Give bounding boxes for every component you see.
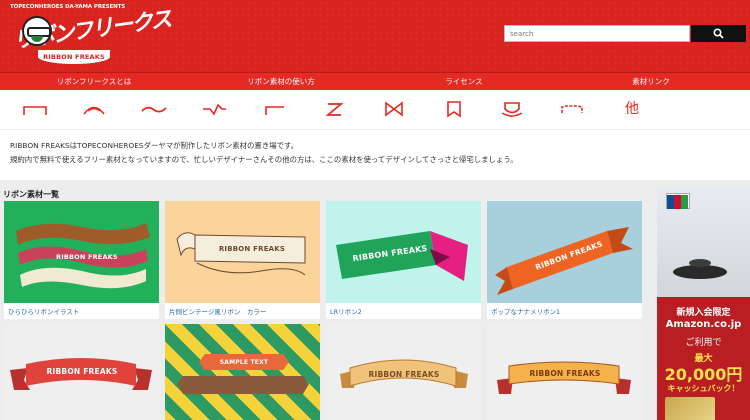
search-bar — [504, 25, 746, 42]
card-thumbnail[interactable]: RIBBON FREAKS — [487, 324, 642, 420]
ribbon-style-2-icon[interactable] — [80, 99, 108, 119]
ribbon-illustration — [16, 223, 150, 289]
logo-ribbon: RIBBON FREAKS — [38, 50, 110, 64]
ad-line-2: Amazon.co.jp — [665, 319, 742, 330]
ribbon-style-9-icon[interactable] — [498, 99, 526, 119]
ribbon-text: RIBBON FREAKS — [218, 245, 286, 253]
description-line-2: 規約内で無料で使えるフリー素材となっていますので、忙しいデザイナーさんその他の方… — [10, 155, 518, 164]
section-title: リボン素材一覧 — [3, 190, 59, 199]
ribbon-text: RIBBON FREAKS — [529, 369, 601, 378]
ribbon-style-3-icon[interactable] — [140, 99, 168, 119]
ad-line-1: 新規入会限定 — [676, 308, 731, 318]
ribbon-style-6-icon[interactable] — [320, 99, 348, 119]
site-description: RIBBON FREAKSはTOPECONHEROESダーヤマが制作したリボン素… — [10, 139, 518, 167]
jcb-logo-icon — [666, 193, 690, 209]
nav-item-about[interactable]: リボンフリークスとは — [38, 73, 150, 91]
card-caption[interactable]: LRリボン2 — [330, 306, 362, 316]
ribbon-card[interactable]: RIBBON FREAKS ひらひらリボンイラスト — [4, 201, 159, 319]
ribbon-card[interactable]: RIBBON FREAKS — [4, 324, 159, 420]
nav-item-links[interactable]: 素材リンク — [595, 73, 707, 91]
ribbon-style-7-icon[interactable] — [380, 99, 408, 119]
card-thumbnail[interactable]: RIBBON FREAKS — [326, 201, 481, 303]
ad-offer: 新規入会限定 Amazon.co.jp ご利用で 最大 20,000円 キャッシ… — [657, 297, 750, 420]
mascot-face-icon — [22, 16, 52, 46]
ribbon-card[interactable]: RIBBON FREAKS — [326, 324, 481, 420]
ribbon-card[interactable]: RIBBON FREAKS — [487, 324, 642, 420]
ribbon-style-5-icon[interactable] — [260, 99, 288, 119]
ribbon-style-8-icon[interactable] — [440, 99, 468, 119]
ribbon-card[interactable]: SAMPLE TEXT — [165, 324, 320, 420]
search-button[interactable] — [691, 25, 746, 42]
ribbon-style-10-icon[interactable] — [558, 99, 586, 119]
card-caption[interactable]: ポップなナナメリボン1 — [491, 306, 560, 316]
ribbon-text: RIBBON FREAKS — [56, 253, 118, 261]
ribbon-other-link[interactable]: 他 — [618, 99, 646, 119]
ribbon-card[interactable]: RIBBON FREAKS 片側ビンテージ風リボン カラー — [165, 201, 320, 319]
robot-vacuum-icon — [673, 259, 727, 279]
ribbon-text: SAMPLE TEXT — [219, 359, 269, 366]
search-input[interactable] — [504, 25, 690, 42]
credit-card-icon — [665, 397, 715, 420]
ribbon-text: RIBBON FREAKS — [368, 370, 440, 379]
ribbon-style-4-icon[interactable] — [200, 99, 228, 119]
card-thumbnail[interactable]: RIBBON FREAKS — [487, 201, 642, 303]
ad-line-6: キャッシュバック！ — [667, 384, 740, 393]
card-caption[interactable]: ひらひらリボンイラスト — [8, 306, 79, 316]
advertisement-banner[interactable]: 新規入会限定 Amazon.co.jp ご利用で 最大 20,000円 キャッシ… — [657, 187, 750, 420]
ribbon-category-row: 他 — [0, 90, 750, 130]
card-thumbnail[interactable]: RIBBON FREAKS — [4, 201, 159, 303]
card-caption[interactable]: 片側ビンテージ風リボン カラー — [169, 306, 266, 316]
card-thumbnail[interactable]: RIBBON FREAKS — [4, 324, 159, 420]
ad-image — [657, 187, 750, 297]
ribbon-card[interactable]: RIBBON FREAKS LRリボン2 — [326, 201, 481, 319]
site-header: TOPECONHEROES DA-YAMA PRESENTS リボンフリークス … — [0, 0, 750, 72]
ad-line-5: 20,000円 — [664, 365, 743, 384]
ad-line-3: ご利用で — [685, 338, 722, 348]
description-line-1: RIBBON FREAKSはTOPECONHEROESダーヤマが制作したリボン素… — [10, 141, 299, 150]
card-thumbnail[interactable]: SAMPLE TEXT — [165, 324, 320, 420]
ribbon-card[interactable]: RIBBON FREAKS ポップなナナメリボン1 — [487, 201, 642, 319]
card-thumbnail[interactable]: RIBBON FREAKS — [326, 324, 481, 420]
ribbon-style-1-icon[interactable] — [21, 99, 49, 119]
card-thumbnail[interactable]: RIBBON FREAKS — [165, 201, 320, 303]
ribbon-illustration — [177, 354, 309, 394]
nav-item-license[interactable]: ライセンス — [408, 73, 520, 91]
ribbon-text: RIBBON FREAKS — [46, 367, 118, 376]
nav-item-howto[interactable]: リボン素材の使い方 — [225, 73, 337, 91]
site-logo[interactable]: TOPECONHEROES DA-YAMA PRESENTS リボンフリークス … — [8, 2, 172, 68]
main-nav: リボンフリークスとは リボン素材の使い方 ライセンス 素材リンク — [0, 72, 750, 90]
search-icon — [713, 28, 724, 39]
